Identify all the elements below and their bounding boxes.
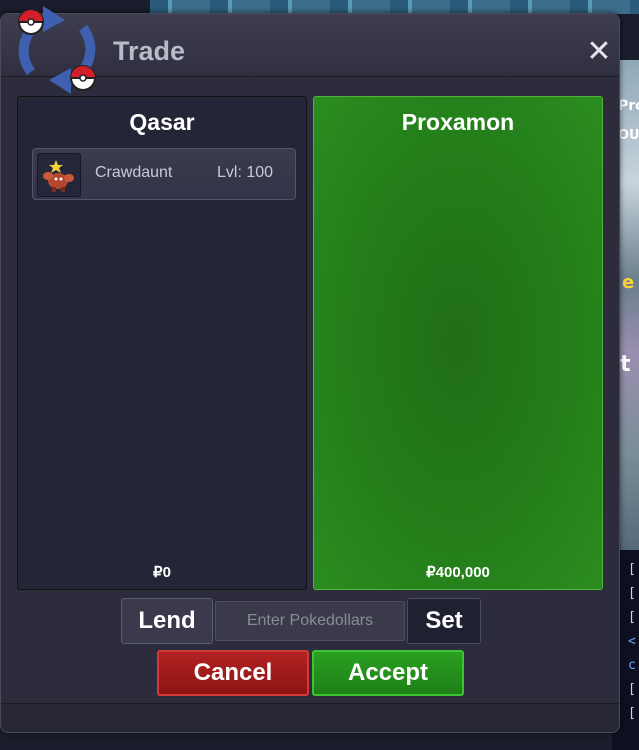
my-player-name: Qasar	[129, 109, 195, 135]
trade-window: Trade ✕ Qasar Crawdaunt Lvl: 100 ₽0 Prox…	[0, 6, 620, 733]
trade-logo-icon	[18, 6, 96, 94]
set-money-button[interactable]: Set	[407, 598, 481, 644]
chat-line: c	[628, 658, 636, 673]
pokedollars-input[interactable]	[215, 601, 405, 641]
offered-pokemon-row[interactable]: Crawdaunt Lvl: 100	[32, 148, 296, 200]
chat-line: [	[628, 706, 636, 721]
chat-line: [	[628, 682, 636, 697]
chat-line: [	[628, 586, 636, 601]
pokemon-level: Lvl: 100	[217, 164, 274, 181]
background-text: t	[620, 352, 631, 377]
my-money-offer: ₽0	[153, 564, 171, 581]
chat-line: <	[628, 634, 636, 649]
close-icon[interactable]: ✕	[585, 37, 613, 67]
crawdaunt-icon	[37, 153, 81, 197]
partner-offer-panel: Proxamon ₽400,000	[313, 96, 603, 590]
chat-line: [	[628, 610, 636, 625]
window-footer	[1, 703, 619, 732]
partner-player-name: Proxamon	[401, 109, 515, 135]
window-title: Trade	[113, 36, 186, 66]
background-text: Pro	[618, 98, 639, 114]
pokemon-name: Crawdaunt	[95, 164, 173, 181]
cancel-button[interactable]: Cancel	[157, 650, 309, 696]
accept-button[interactable]: Accept	[312, 650, 464, 696]
background-scenery-top	[150, 0, 639, 14]
my-offer-panel[interactable]: Qasar Crawdaunt Lvl: 100 ₽0	[17, 96, 307, 590]
partner-money-offer: ₽400,000	[426, 564, 490, 581]
background-text: OU	[618, 128, 639, 143]
lend-button[interactable]: Lend	[121, 598, 213, 644]
background-text: e	[622, 272, 635, 293]
chat-line: [	[628, 562, 636, 577]
